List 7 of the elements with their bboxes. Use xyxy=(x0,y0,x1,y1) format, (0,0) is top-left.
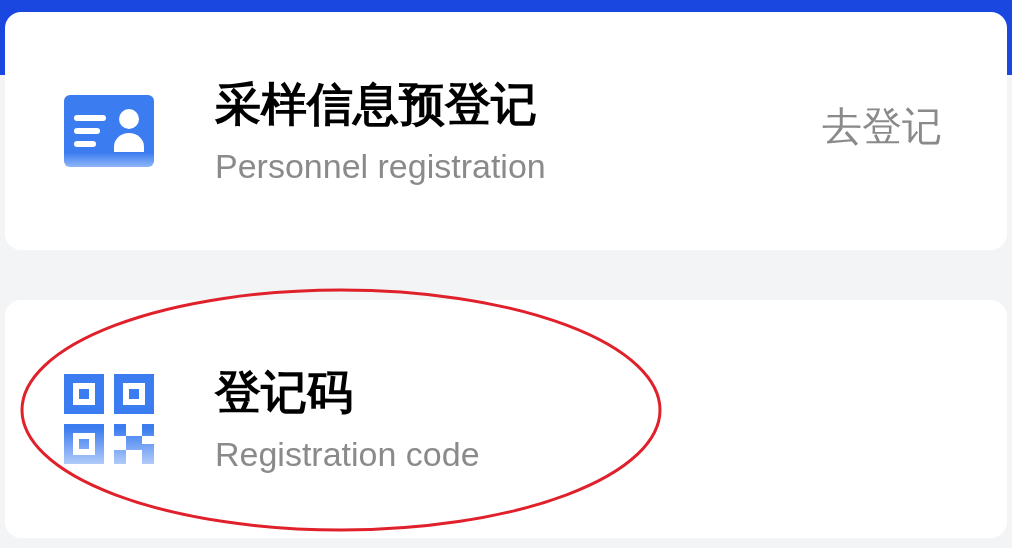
card-subtitle: Personnel registration xyxy=(215,146,546,187)
menu-card[interactable]: 采样信息预登记 Personnel registration 去登记 xyxy=(5,12,1007,250)
menu-card[interactable]: 登记码 Registration code xyxy=(5,300,1007,538)
id-card-icon xyxy=(64,95,154,167)
card-subtitle: Registration code xyxy=(215,434,480,475)
card-title: 登记码 xyxy=(215,364,354,421)
card-title: 采样信息预登记 xyxy=(215,76,538,133)
